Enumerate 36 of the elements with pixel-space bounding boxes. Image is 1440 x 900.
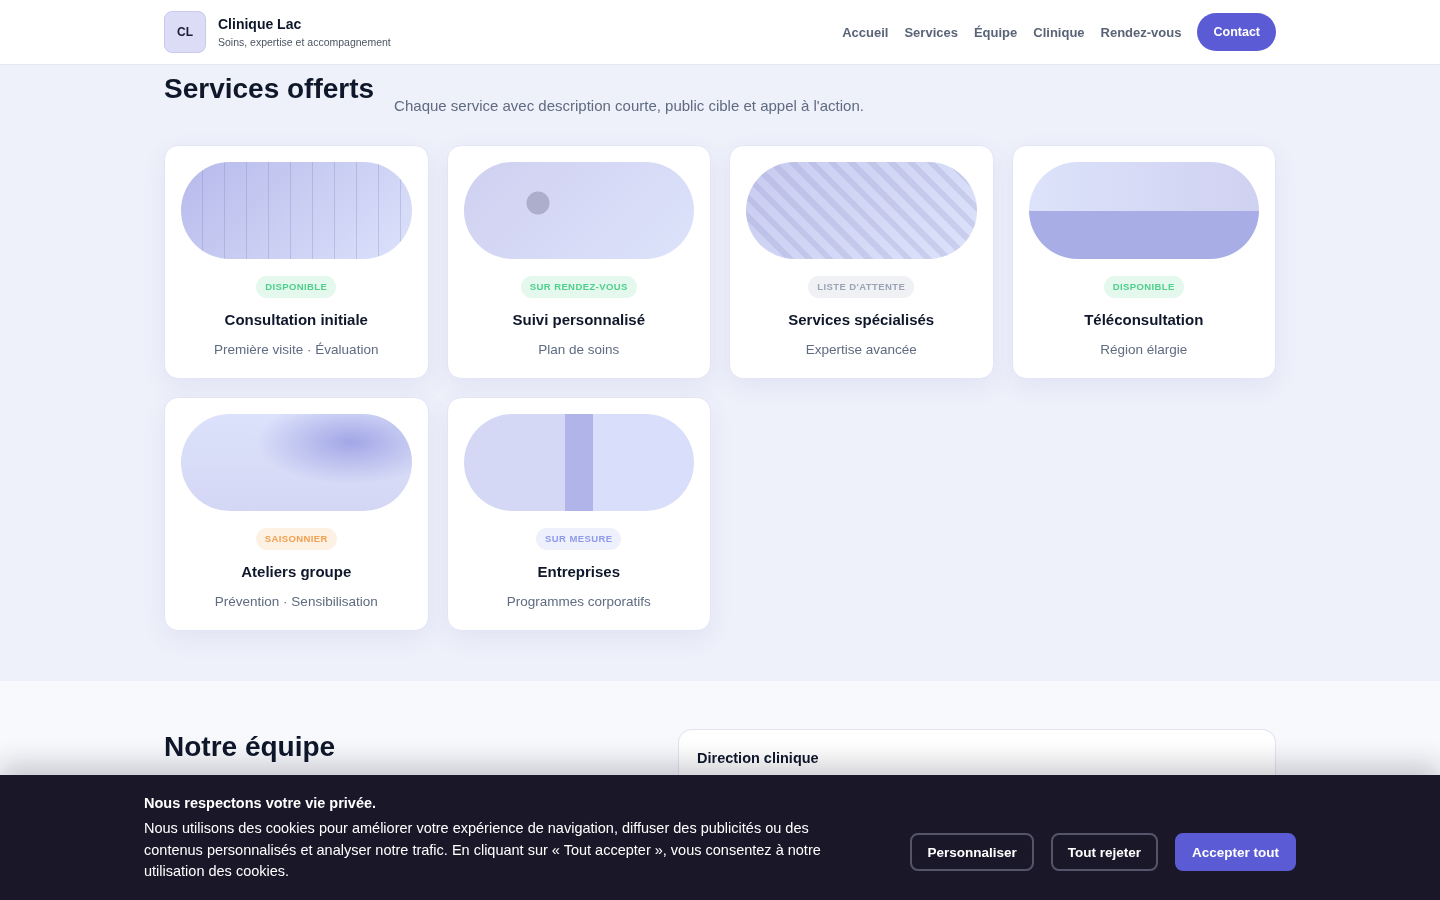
- team-card-title: Direction clinique: [697, 749, 819, 768]
- section-subtitle: Chaque service avec description courte, public cible et appel à l'action.: [394, 96, 864, 116]
- cookie-button[interactable]: Accepter tout: [1175, 833, 1296, 871]
- status-badge: SUR MESURE: [536, 528, 622, 550]
- section-title: Notre équipe: [164, 730, 336, 764]
- contact-button[interactable]: Contact: [1197, 13, 1276, 51]
- logo[interactable]: CL: [164, 11, 206, 53]
- cookie-button[interactable]: Personnaliser: [910, 833, 1034, 871]
- service-title: Suivi personnalisé: [512, 310, 645, 330]
- brand-tagline: Soins, expertise et accompagnement: [218, 35, 391, 49]
- service-description: Expertise avancée: [805, 341, 917, 359]
- status-badge: SAISONNIER: [255, 528, 337, 550]
- cookie-button[interactable]: Tout rejeter: [1050, 833, 1158, 871]
- service-description: Programmes corporatifs: [506, 593, 651, 611]
- service-description: Plan de soins: [538, 341, 620, 359]
- nav-link[interactable]: Équipe: [973, 24, 1018, 40]
- section-title: Services offerts: [164, 72, 375, 106]
- status-badge: DISPONIBLE: [1103, 276, 1184, 298]
- nav-link[interactable]: Clinique: [1033, 24, 1085, 40]
- status-badge: SUR RENDEZ-VOUS: [520, 276, 637, 298]
- service-description: Première visite · Évaluation: [214, 341, 379, 359]
- cookie-title: Nous respectons votre vie privée.: [144, 794, 377, 813]
- status-badge: LISTE D'ATTENTE: [808, 276, 915, 298]
- service-title: Services spécialisés: [788, 310, 935, 330]
- service-title: Téléconsultation: [1084, 310, 1204, 330]
- service-title: Entreprises: [537, 562, 620, 582]
- service-description: Région élargie: [1100, 341, 1188, 359]
- service-description: Prévention · Sensibilisation: [214, 593, 378, 611]
- service-title: Ateliers groupe: [241, 562, 352, 582]
- nav-link[interactable]: Services: [904, 24, 958, 40]
- nav-link[interactable]: Accueil: [842, 24, 889, 40]
- status-badge: DISPONIBLE: [256, 276, 337, 298]
- service-title: Consultation initiale: [224, 310, 368, 330]
- brand-name: Clinique Lac: [218, 15, 302, 33]
- cookie-message: Nous utilisons des cookies pour améliorer votre expérience de navigation, diffuser des publicités ou des contenus personnalisés et analyser notre trafic. En cliquant sur « Tout accepter », vous consentez à notre utilisation des cookies.: [144, 819, 822, 881]
- nav-link[interactable]: Rendez-vous: [1100, 24, 1182, 40]
